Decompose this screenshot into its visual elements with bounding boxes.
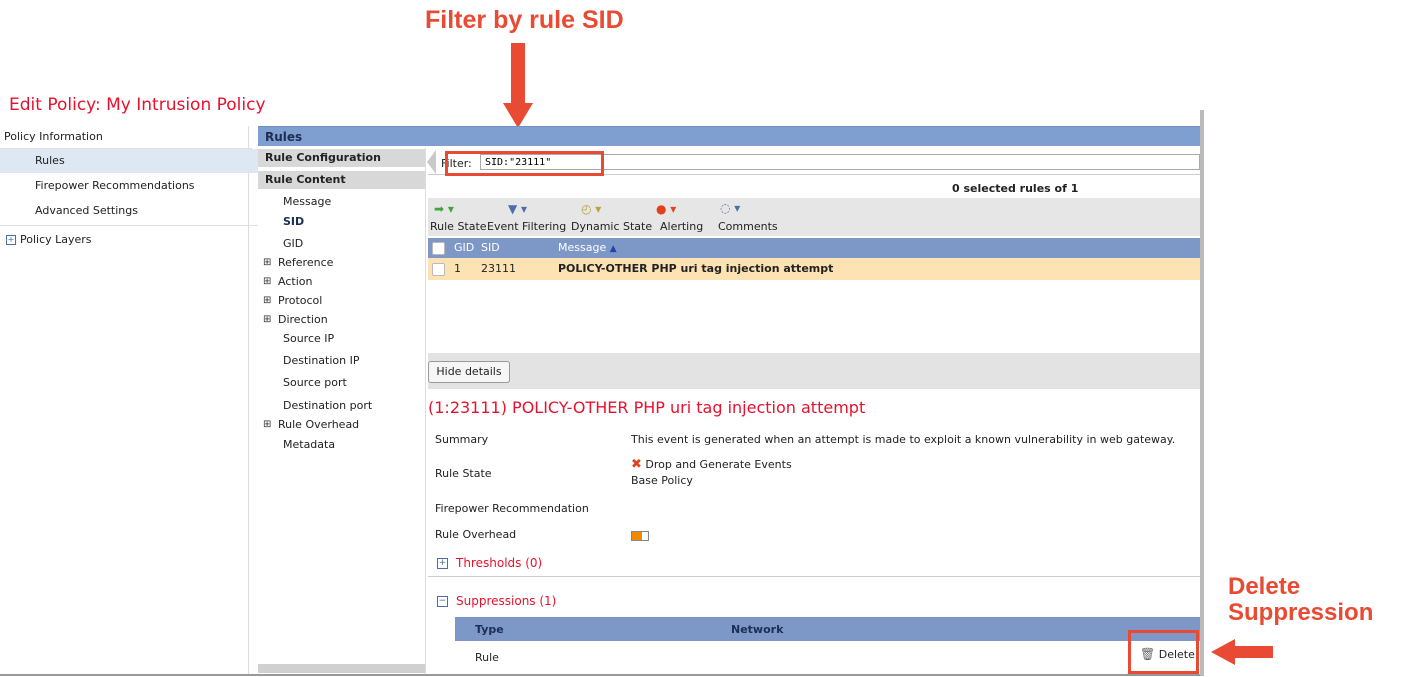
rule-content-metadata[interactable]: Metadata (283, 435, 335, 454)
collapse-suppressions-icon[interactable]: − (437, 596, 448, 607)
selection-count: 0 selected rules of 1 (952, 182, 1079, 195)
rule-content-source-ip[interactable]: Source IP (283, 329, 334, 348)
rule-state-text: Drop and Generate Events (645, 458, 792, 471)
plus-box-icon[interactable]: ⊞ (263, 272, 271, 291)
summary-label: Summary (435, 433, 489, 446)
comment-icon[interactable]: ◌ ▾ (720, 201, 740, 215)
funnel-icon[interactable]: ▼ ▾ (508, 202, 527, 216)
delete-callout-line2: Suppression (1228, 599, 1374, 626)
expand-thresholds-icon[interactable]: + (437, 558, 448, 569)
select-all-checkbox[interactable] (432, 242, 445, 255)
rule-state-label: Rule State (435, 467, 492, 480)
window-shadow (1200, 110, 1204, 676)
collapse-panel-icon[interactable] (427, 150, 436, 174)
rule-content-rule-overhead[interactable]: Rule Overhead (278, 415, 359, 434)
rule-content-sid[interactable]: SID (283, 212, 304, 231)
delete-callout: Delete Suppression (1228, 574, 1373, 626)
down-arrow-annotation (511, 43, 525, 105)
table-row[interactable]: 1 23111 POLICY-OTHER PHP uri tag injecti… (428, 258, 1200, 280)
suppression-col-network: Network (731, 623, 784, 636)
overhead-meter-icon (631, 531, 649, 541)
rule-configuration-header[interactable]: Rule Configuration (258, 149, 425, 167)
dynamic-state-button[interactable]: Dynamic State (571, 220, 652, 233)
down-arrow-head (503, 103, 533, 128)
rule-overhead-label: Rule Overhead (435, 528, 517, 541)
suppressions-section[interactable]: Suppressions (1) (456, 594, 556, 608)
red-x-icon: ✖ (631, 457, 642, 472)
thresholds-section[interactable]: Thresholds (0) (456, 556, 542, 570)
rule-content-action[interactable]: Action (278, 272, 312, 291)
nav-policy-layers[interactable]: + Policy Layers (0, 230, 254, 250)
nav-policy-information[interactable]: Policy Information (0, 126, 252, 149)
rule-content-gid[interactable]: GID (283, 234, 303, 253)
rule-content-panel: Rule Configuration Rule Content Message … (258, 148, 426, 674)
suppression-type: Rule (475, 651, 499, 664)
delete-callout-line1: Delete (1228, 573, 1301, 600)
rule-state-value: ✖ Drop and Generate Events (631, 457, 792, 472)
page-title: Edit Policy: My Intrusion Policy (9, 95, 266, 115)
filter-callout: Filter by rule SID (425, 6, 624, 34)
sort-ascending-icon: ▲ (609, 244, 617, 254)
event-filtering-button[interactable]: Event Filtering (487, 220, 566, 233)
alerting-button[interactable]: Alerting (660, 220, 703, 233)
section-divider (428, 576, 1200, 577)
panel-scrollbar[interactable] (258, 664, 425, 673)
green-arrow-icon[interactable]: ➡ ▾ (434, 202, 454, 216)
rule-content-destination-port[interactable]: Destination port (283, 396, 372, 415)
nav-item-advanced-settings[interactable]: Advanced Settings (0, 199, 283, 226)
rules-table-header: GID SID Message ▲ (428, 238, 1200, 258)
rule-content-direction[interactable]: Direction (278, 310, 328, 329)
rule-detail-title: (1:23111) POLICY-OTHER PHP uri tag injec… (428, 398, 866, 417)
summary-value: This event is generated when an attempt … (631, 433, 1176, 446)
plus-box-icon[interactable]: ⊞ (263, 415, 271, 434)
suppression-row: Rule (455, 642, 1200, 670)
suppression-col-type: Type (475, 623, 504, 636)
plus-box-icon[interactable]: ⊞ (263, 253, 271, 272)
row-gid: 1 (454, 262, 461, 275)
rules-header: Rules (258, 126, 1200, 146)
delete-highlight-box (1128, 630, 1199, 674)
nav-item-firepower-recommendations[interactable]: Firepower Recommendations (0, 174, 283, 198)
details-bar (428, 353, 1200, 389)
column-message[interactable]: Message ▲ (558, 241, 617, 254)
rule-content-source-port[interactable]: Source port (283, 373, 347, 392)
rule-content-destination-ip[interactable]: Destination IP (283, 351, 360, 370)
column-gid[interactable]: GID (454, 241, 474, 254)
rule-state-source: Base Policy (631, 474, 693, 487)
rule-content-message[interactable]: Message (283, 192, 331, 211)
nav-item-rules[interactable]: Rules (0, 149, 283, 173)
rule-content-header[interactable]: Rule Content (258, 171, 425, 189)
column-sid[interactable]: SID (481, 241, 500, 254)
clock-icon[interactable]: ◴ ▾ (581, 202, 601, 216)
hide-details-button[interactable]: Hide details (428, 361, 510, 383)
alert-icon[interactable]: ● ▾ (656, 202, 676, 216)
comments-button[interactable]: Comments (718, 220, 778, 233)
rule-content-protocol[interactable]: Protocol (278, 291, 322, 310)
plus-box-icon[interactable]: ⊞ (263, 310, 271, 329)
row-sid: 23111 (481, 262, 516, 275)
policy-layers-label: Policy Layers (20, 233, 92, 246)
row-message: POLICY-OTHER PHP uri tag injection attem… (558, 262, 834, 275)
rule-state-button[interactable]: Rule State (430, 220, 487, 233)
filter-highlight-box (445, 151, 604, 176)
column-message-label: Message (558, 241, 607, 254)
plus-box-icon[interactable]: + (6, 235, 16, 245)
left-arrow-annotation (1233, 646, 1273, 658)
plus-box-icon[interactable]: ⊞ (263, 291, 271, 310)
left-arrow-head (1211, 639, 1235, 665)
suppressions-table-header: Type Network (455, 617, 1200, 641)
rule-content-reference[interactable]: Reference (278, 253, 333, 272)
row-checkbox[interactable] (432, 263, 445, 276)
rule-toolbar: ➡ ▾ Rule State ▼ ▾ Event Filtering ◴ ▾ D… (428, 198, 1200, 236)
firepower-recommendation-label: Firepower Recommendation (435, 502, 589, 515)
left-nav: Policy Information Rules Firepower Recom… (0, 126, 283, 674)
